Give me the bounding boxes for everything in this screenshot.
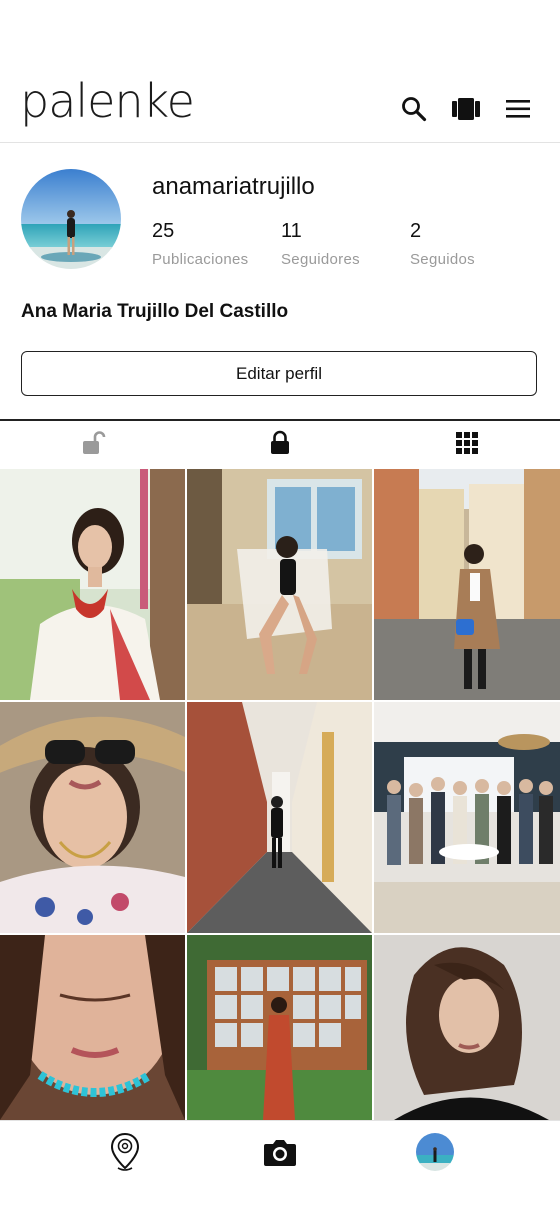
- lock-icon: [268, 430, 292, 461]
- post-tile[interactable]: [374, 469, 560, 700]
- menu-icon[interactable]: [501, 92, 535, 126]
- post-tile[interactable]: [187, 702, 372, 933]
- profile-full-name: Ana Maria Trujillo Del Castillo: [21, 301, 289, 322]
- stat-label: Seguidos: [410, 251, 475, 268]
- post-tile[interactable]: [374, 935, 560, 1120]
- profile-username: anamariatrujillo: [152, 173, 315, 200]
- post-tile[interactable]: [0, 935, 185, 1120]
- posts-grid: [0, 469, 560, 1120]
- stat-publicaciones[interactable]: 25 Publicaciones: [152, 220, 248, 268]
- post-tile[interactable]: [0, 469, 185, 700]
- stat-value: 11: [281, 220, 302, 242]
- bottom-nav: [0, 1120, 560, 1214]
- post-tile[interactable]: [187, 469, 372, 700]
- tab-grid[interactable]: [373, 421, 560, 469]
- search-icon[interactable]: [397, 92, 431, 126]
- profile-avatar[interactable]: [21, 169, 121, 269]
- profile-avatar: [416, 1133, 454, 1171]
- profile-tabs: [0, 419, 560, 471]
- edit-profile-button[interactable]: Editar perfil: [21, 351, 537, 396]
- app-header: palenke: [0, 0, 560, 143]
- post-tile[interactable]: [374, 702, 560, 933]
- profile-avatar-nav[interactable]: [415, 1132, 455, 1172]
- app-logo[interactable]: palenke: [20, 78, 195, 124]
- stat-label: Publicaciones: [152, 251, 249, 268]
- stat-label: Seguidores: [281, 251, 360, 268]
- grid-icon: [455, 431, 478, 459]
- post-tile[interactable]: [187, 935, 372, 1120]
- cards-icon[interactable]: [449, 92, 483, 126]
- map-pin-icon[interactable]: [105, 1132, 145, 1172]
- tab-public[interactable]: [0, 421, 187, 469]
- stat-value: 2: [410, 220, 422, 242]
- tab-private[interactable]: [187, 421, 374, 469]
- profile-section: anamariatrujillo 25 Publicaciones 11 Seg…: [0, 143, 560, 419]
- stat-seguidores[interactable]: 11 Seguidores: [281, 220, 360, 268]
- stat-value: 25: [152, 220, 175, 242]
- post-tile[interactable]: [0, 702, 185, 933]
- unlock-icon: [80, 430, 106, 461]
- stat-seguidos[interactable]: 2 Seguidos: [410, 220, 475, 268]
- camera-icon[interactable]: [260, 1132, 300, 1172]
